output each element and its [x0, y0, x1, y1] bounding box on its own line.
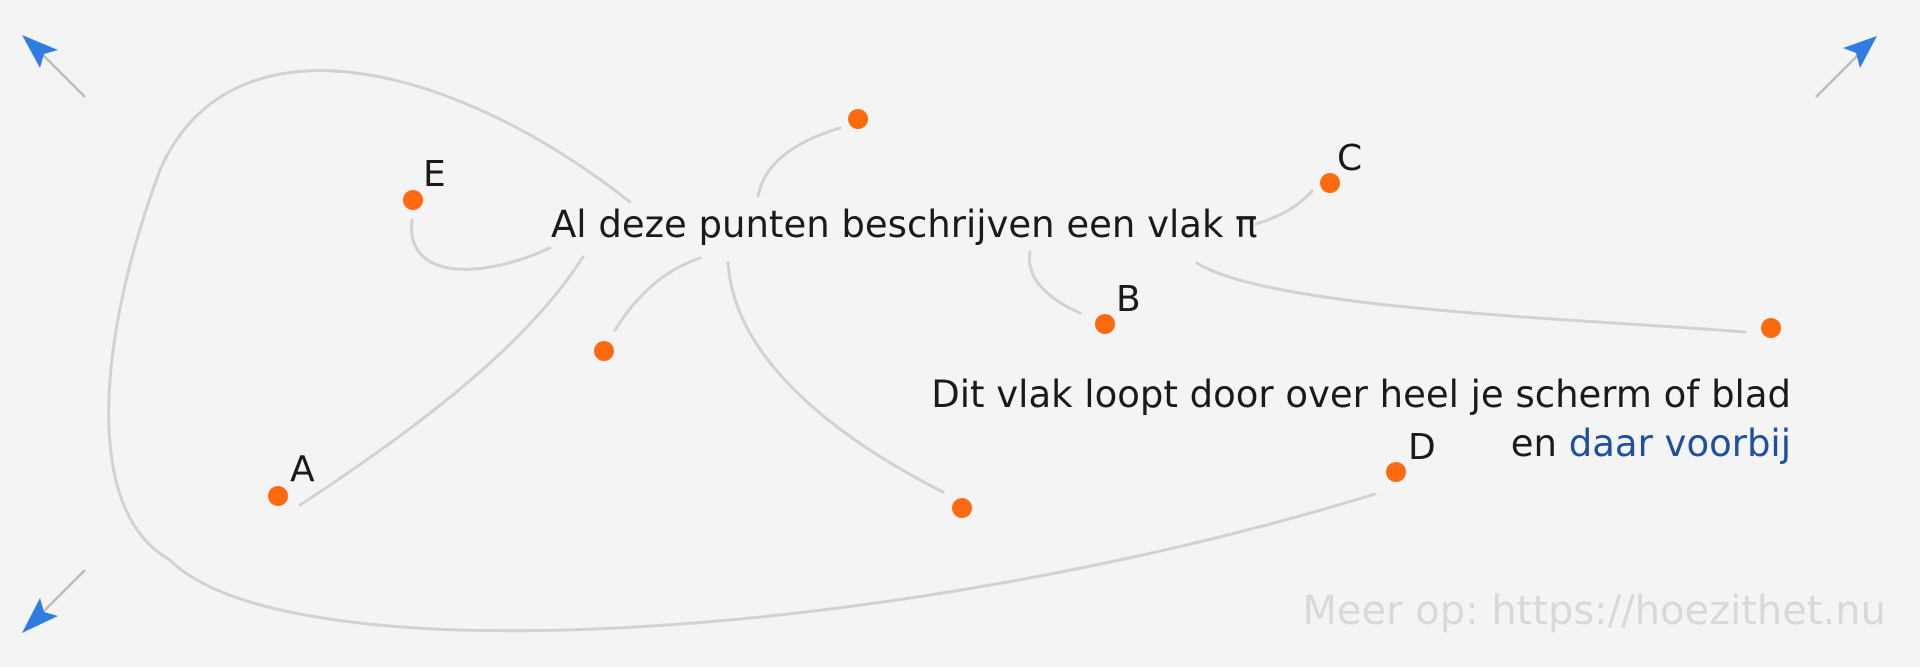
- main-statement: Al deze punten beschrijven een vlak π: [551, 203, 1257, 246]
- connector-b: [1028, 250, 1082, 315]
- point-b: [1095, 314, 1115, 334]
- plane-diagram: E C B A D Al deze punten beschrijven een…: [22, 35, 1886, 634]
- connector-c: [1254, 189, 1314, 226]
- point-label-b: B: [1116, 279, 1141, 320]
- point-a: [268, 486, 288, 506]
- point-label-a: A: [290, 449, 315, 490]
- extension-line-2: en daar voorbij: [1511, 422, 1791, 465]
- footer-url[interactable]: Meer op: https://hoezithet.nu: [1302, 588, 1886, 634]
- extension-line-1: Dit vlak loopt door over heel je scherm …: [931, 373, 1791, 416]
- connector-bottom-dot: [726, 261, 945, 494]
- extension-prefix: en: [1511, 422, 1557, 465]
- point-label-e: E: [423, 154, 446, 195]
- point-right: [1761, 318, 1781, 338]
- point-label-d: D: [1408, 427, 1436, 468]
- point-bottom: [952, 498, 972, 518]
- arrow-down-left-icon: [22, 569, 86, 633]
- arrow-up-left-icon: [22, 35, 86, 98]
- connector-right-dot: [1195, 261, 1747, 334]
- point-e: [403, 190, 423, 210]
- point-d: [1386, 462, 1406, 482]
- point-label-c: C: [1337, 138, 1362, 179]
- connector-big-loop: [107, 69, 1377, 633]
- connector-e: [410, 218, 552, 271]
- point-left: [594, 341, 614, 361]
- point-top: [848, 109, 868, 129]
- connector-a: [298, 255, 585, 507]
- arrow-up-right-icon: [1815, 36, 1877, 98]
- connector-left-dot: [613, 256, 702, 332]
- extension-link[interactable]: daar voorbij: [1569, 422, 1791, 465]
- connector-top-dot: [756, 126, 842, 198]
